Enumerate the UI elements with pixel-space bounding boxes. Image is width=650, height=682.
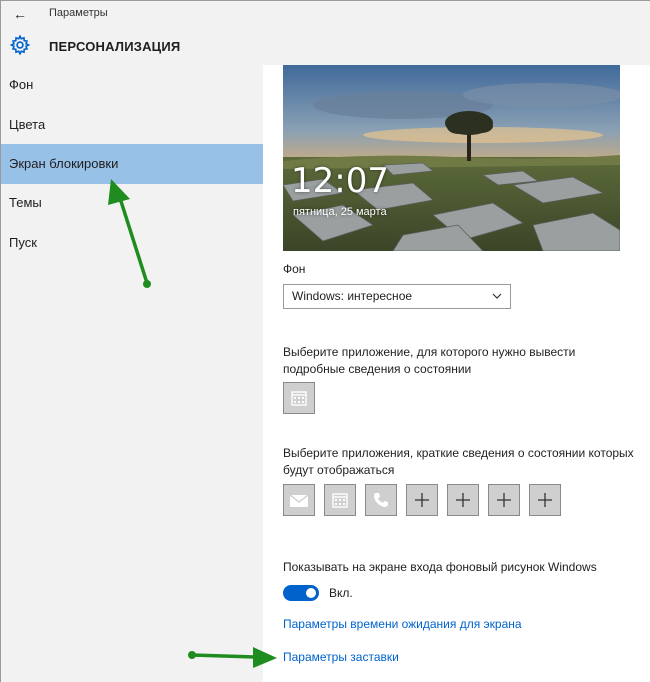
quick-status-app-calendar[interactable] — [324, 484, 356, 516]
quick-status-add-slot-3[interactable] — [488, 484, 520, 516]
signin-background-toggle-state: Вкл. — [329, 586, 353, 600]
phone-icon — [374, 493, 388, 507]
quick-status-app-phone[interactable] — [365, 484, 397, 516]
sidebar-item-start[interactable]: Пуск — [1, 223, 263, 263]
plus-icon — [456, 493, 470, 507]
title-bar: ← Параметры — [1, 1, 650, 27]
signin-background-toggle[interactable] — [283, 585, 319, 601]
detailed-status-label: Выберите приложение, для которого нужно … — [283, 345, 576, 376]
quick-status-add-slot-1[interactable] — [406, 484, 438, 516]
quick-status-label: Выберите приложения, краткие сведения о … — [283, 446, 634, 477]
clock-time: 12:07 — [291, 161, 389, 201]
lock-screen-preview: 12:07 пятница, 25 марта — [283, 65, 620, 251]
back-arrow-icon[interactable]: ← — [11, 5, 29, 23]
page-header: ПЕРСОНАЛИЗАЦИЯ — [1, 27, 650, 65]
screensaver-settings-link[interactable]: Параметры заставки — [283, 649, 399, 665]
sidebar-item-themes[interactable]: Темы — [1, 183, 263, 223]
gear-icon — [9, 34, 31, 56]
mail-icon — [289, 494, 309, 507]
quick-status-app-mail[interactable] — [283, 484, 315, 516]
background-dropdown[interactable]: Windows: интересное — [283, 284, 511, 309]
plus-icon — [497, 493, 511, 507]
page-title: ПЕРСОНАЛИЗАЦИЯ — [49, 39, 181, 54]
sidebar-item-background[interactable]: Фон — [1, 65, 263, 105]
background-label: Фон — [283, 262, 306, 276]
plus-icon — [415, 493, 429, 507]
sidebar-item-colors[interactable]: Цвета — [1, 105, 263, 145]
app-title: Параметры — [49, 7, 108, 19]
background-dropdown-value: Windows: интересное — [292, 289, 413, 303]
settings-window: ← Параметры ПЕРСОНАЛИЗАЦИЯ Фон Цвета Экр… — [0, 0, 650, 682]
toggle-knob — [306, 588, 316, 598]
signin-background-label: Показывать на экране входа фоновый рисун… — [283, 560, 597, 574]
quick-status-add-slot-2[interactable] — [447, 484, 479, 516]
quick-status-add-slot-4[interactable] — [529, 484, 561, 516]
landscape-image — [283, 65, 620, 251]
calendar-icon — [332, 493, 348, 508]
sidebar: Фон Цвета Экран блокировки Темы Пуск — [1, 65, 263, 682]
lock-screen-settings: 12:07 пятница, 25 марта Фон Windows: инт… — [263, 65, 650, 682]
clock-date: пятница, 25 марта — [293, 206, 387, 218]
calendar-icon — [291, 391, 307, 406]
plus-icon — [538, 493, 552, 507]
sidebar-item-lock-screen[interactable]: Экран блокировки — [1, 144, 263, 184]
detailed-status-app-calendar[interactable] — [283, 382, 315, 414]
chevron-down-icon — [492, 293, 502, 299]
screen-timeout-settings-link[interactable]: Параметры времени ожидания для экрана — [283, 616, 522, 632]
